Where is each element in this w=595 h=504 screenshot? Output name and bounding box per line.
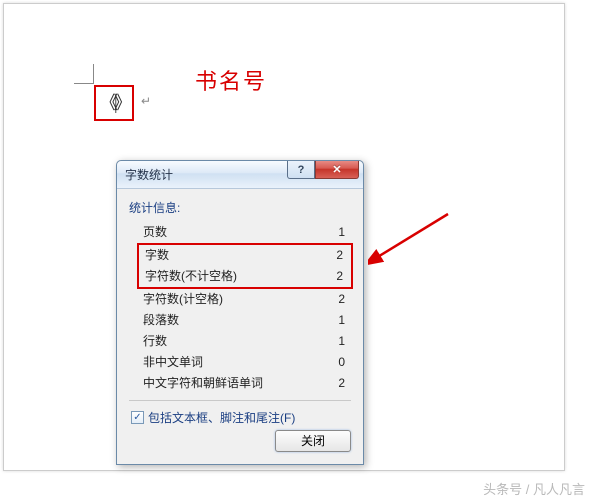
window-buttons: ? ✕ [287,161,359,179]
paragraph-mark-icon: ↵ [141,94,151,108]
stat-value: 1 [338,224,345,241]
stats-heading: 统计信息: [129,199,351,216]
stats-list: 页数 1 字数 2 字符数(不计空格) 2 字符数(计空格) 2 段落数 1 [139,222,351,394]
dialog-title: 字数统计 [125,166,173,183]
stat-label: 字数 [145,247,169,264]
stat-row-paragraphs: 段落数 1 [139,310,351,331]
stat-label: 段落数 [143,312,179,329]
watermark: 头条号 / 凡人凡言 [483,479,585,498]
margin-tick-v [93,64,94,84]
stat-value: 1 [338,312,345,329]
stat-value: 2 [336,247,343,264]
help-button[interactable]: ? [287,161,315,179]
stat-label: 中文字符和朝鲜语单词 [143,375,263,392]
stat-label: 行数 [143,333,167,350]
include-footnotes-checkbox[interactable]: ✓ 包括文本框、脚注和尾注(F) [131,409,351,426]
stat-row-chars-nospace: 字符数(不计空格) 2 [139,266,351,287]
window-close-button[interactable]: ✕ [315,161,359,179]
dialog-body: 统计信息: 页数 1 字数 2 字符数(不计空格) 2 字符数(计空格) 2 [117,189,363,464]
help-icon: ? [298,164,305,176]
stat-row-chars-space: 字符数(计空格) 2 [139,289,351,310]
stat-label: 页数 [143,224,167,241]
stat-label: 字符数(不计空格) [145,268,237,285]
stat-row-cjk: 中文字符和朝鲜语单词 2 [139,373,351,394]
stat-value: 2 [336,268,343,285]
stat-row-nonchinese: 非中文单词 0 [139,352,351,373]
annotation-label: 书名号 [195,64,267,96]
checkbox-label: 包括文本框、脚注和尾注(F) [148,409,295,426]
stat-label: 非中文单词 [143,354,203,371]
checkmark-icon: ✓ [133,412,141,423]
stat-value: 2 [338,375,345,392]
stat-value: 0 [338,354,345,371]
checkbox-icon: ✓ [131,411,144,424]
dialog-titlebar[interactable]: 字数统计 ? ✕ [117,161,363,189]
margin-tick-h [74,83,94,84]
stat-row-lines: 行数 1 [139,331,351,352]
highlight-box: 字数 2 字符数(不计空格) 2 [137,243,353,289]
close-icon: ✕ [332,163,341,176]
divider [129,400,351,401]
stat-value: 2 [338,291,345,308]
button-row: 关闭 [129,426,351,458]
stat-row-words: 字数 2 [139,245,351,266]
stat-label: 字符数(计空格) [143,291,223,308]
word-count-dialog: 字数统计 ? ✕ 统计信息: 页数 1 字数 2 字符数(不计空格) 2 [116,160,364,465]
book-title-mark-glyph: 《|》 [100,89,128,115]
stat-value: 1 [338,333,345,350]
stat-row-pages: 页数 1 [139,222,351,243]
close-button[interactable]: 关闭 [275,430,351,452]
